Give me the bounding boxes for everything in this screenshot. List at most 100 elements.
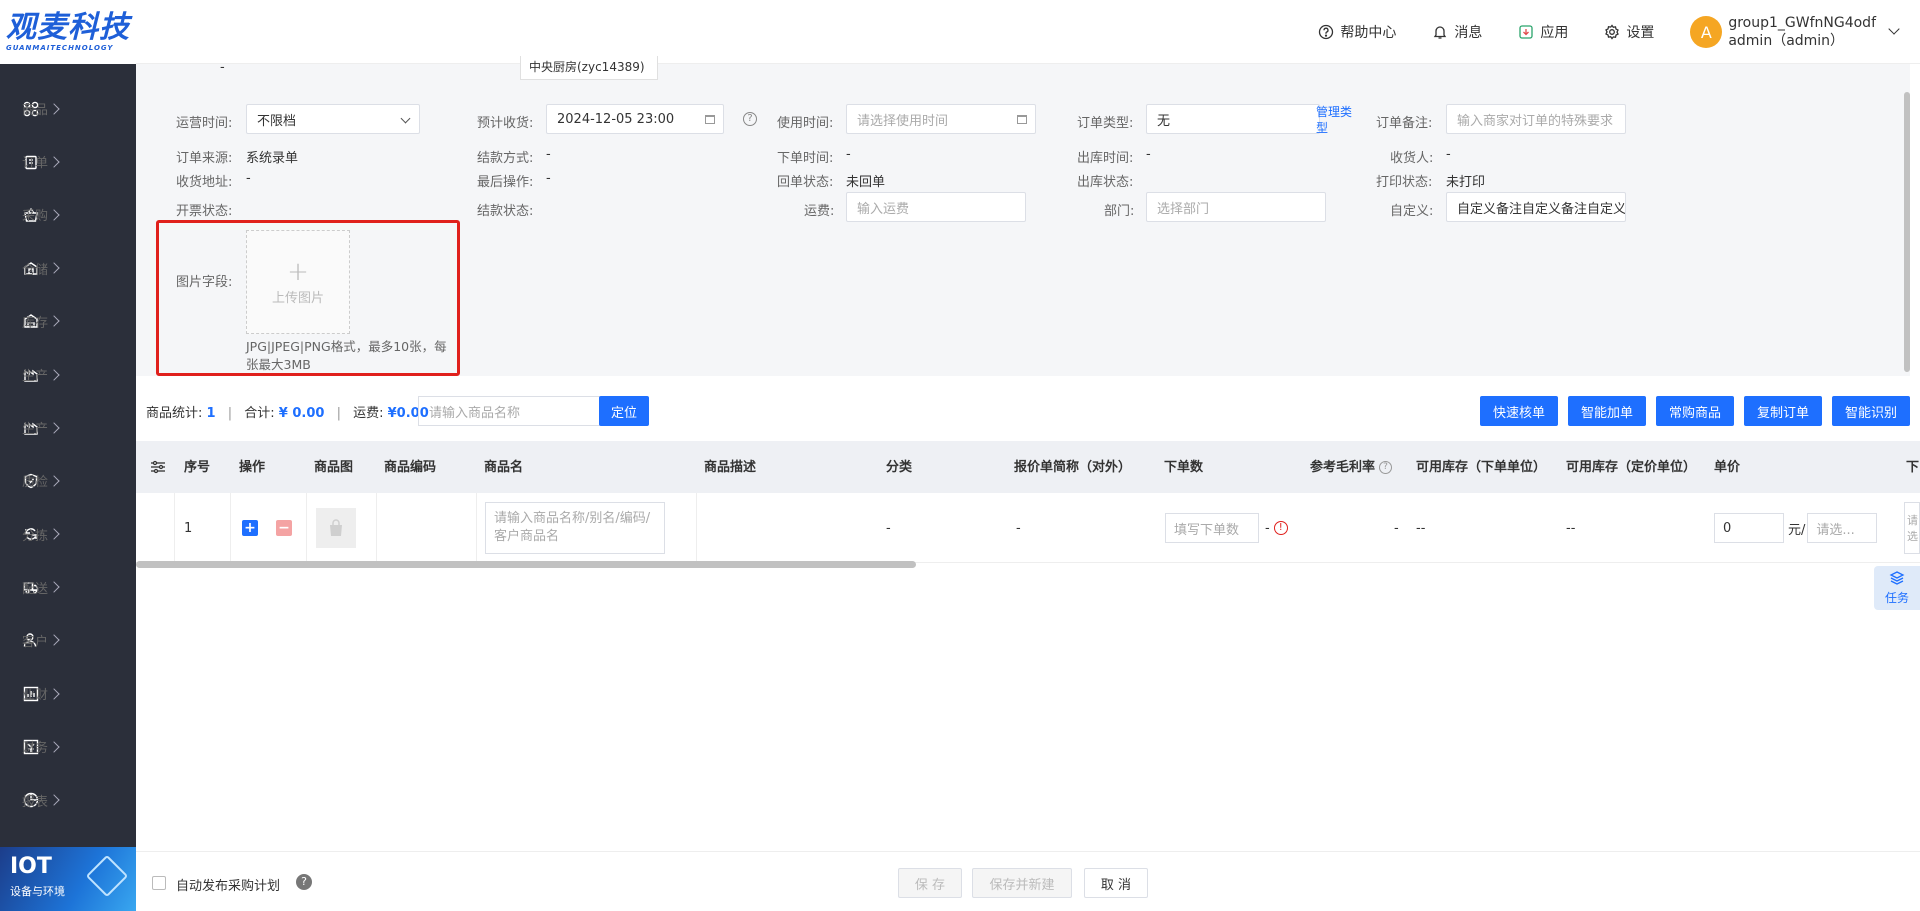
save-button[interactable]: 保 存 [898, 868, 962, 898]
warehouse-select[interactable]: 中央厨房(zyc14389) [520, 56, 658, 80]
expected-receipt-picker[interactable]: 2024-12-05 23:00 [546, 104, 724, 134]
row-quote: - [1016, 520, 1021, 536]
sidebar-item-delivery[interactable]: 配送 [0, 561, 136, 614]
user-name: group1_GWfnNG4odf [1728, 15, 1876, 31]
freight-input[interactable]: 输入运费 [846, 192, 1026, 222]
chevron-right-icon [48, 634, 60, 647]
order-note-input[interactable]: 输入商家对订单的特殊要求 [1446, 104, 1626, 134]
sidebar-item-purchase[interactable]: 采购 [0, 188, 136, 241]
order-type-select[interactable]: 无 [1146, 104, 1320, 134]
sidebar-item-reports[interactable]: 报表 [0, 773, 136, 826]
chevron-down-icon [400, 113, 411, 124]
locate-button[interactable]: 定位 [599, 396, 649, 426]
frequent-products-button[interactable]: 常购商品 [1656, 396, 1734, 426]
add-row-button[interactable]: + [242, 493, 258, 563]
settle-method-label: 结款方式: [477, 151, 534, 166]
next-placeholder: 请选 [1907, 514, 1918, 543]
next-input[interactable]: 请选 [1904, 502, 1920, 554]
manage-type-link[interactable]: 管理类型 [1316, 104, 1356, 136]
custom-label: 自定义: [1390, 204, 1434, 219]
product-freight-label: 运费: [353, 406, 384, 421]
column-settings-icon[interactable] [150, 441, 166, 493]
smart-recognize-button[interactable]: 智能识别 [1832, 396, 1910, 426]
auto-publish-checkbox[interactable] [152, 876, 166, 890]
sidebar-item-business-finance[interactable]: 业财 [0, 667, 136, 720]
use-time-picker[interactable]: 请选择使用时间 [846, 104, 1036, 134]
user-menu[interactable]: A group1_GWfnNG4odf admin（admin） [1690, 14, 1900, 50]
chevron-right-icon [48, 262, 60, 274]
sidebar-item-sorting[interactable]: 分拣 [0, 508, 136, 561]
avatar: A [1690, 16, 1723, 48]
sidebar-item-products[interactable]: 商品 [0, 82, 136, 135]
sidebar-item-warehouse[interactable]: 仓储 [0, 242, 136, 295]
print-status-value: 未打印 [1446, 175, 1486, 190]
product-table: 序号 操作 商品图 商品编码 商品名 商品描述 分类 报价单简称（对外） 下单数… [136, 441, 1920, 563]
apps-button[interactable]: 应用 [1518, 22, 1568, 42]
product-name-cell: 请输入商品名称/别名/编码/客户商品名 [485, 493, 665, 563]
order-source-value: 系统录单 [246, 151, 299, 166]
last-op-value: - [546, 171, 551, 186]
count-label: 商品统计: [146, 406, 203, 421]
sidebar: 观麦科技 GUANMAITECHNOLOGY 商品 订单 采购 仓储 库存 生产… [0, 0, 136, 911]
product-name-input[interactable]: 请输入商品名称/别名/编码/客户商品名 [485, 502, 665, 554]
col-stock-order: 可用库存（下单单位） [1416, 459, 1547, 475]
sidebar-item-customers[interactable]: 客户 [0, 614, 136, 667]
task-button[interactable]: 任务 [1874, 566, 1920, 610]
sidebar-item-label: 配送 [22, 581, 49, 597]
settle-status-label: 结款状态: [477, 204, 534, 219]
sidebar-item-label: 商品 [22, 103, 49, 119]
dept-select[interactable]: 选择部门 [1146, 192, 1326, 222]
divider [476, 493, 477, 563]
layers-icon [1889, 570, 1905, 589]
user-info: group1_GWfnNG4odf admin（admin） [1728, 14, 1876, 50]
col-stock-price: 可用库存（定价单位） [1566, 459, 1697, 475]
chevron-right-icon [48, 368, 60, 381]
smart-add-button[interactable]: 智能加单 [1568, 396, 1646, 426]
sidebar-item-finance[interactable]: 财务 [0, 720, 136, 773]
expected-receipt-value: 2024-12-05 23:00 [557, 111, 675, 127]
row-margin: - [1394, 520, 1399, 536]
custom-input[interactable]: 自定义备注自定义备注自定义 [1446, 192, 1626, 222]
divider [696, 493, 697, 563]
op-time-select[interactable]: 不限档 [246, 104, 420, 134]
settings-button[interactable]: 设置 [1604, 22, 1654, 42]
product-thumbnail [316, 493, 356, 563]
quick-check-button[interactable]: 快速核单 [1480, 396, 1558, 426]
help-center-button[interactable]: 帮助中心 [1318, 22, 1396, 42]
freight-label: 运费: [804, 204, 835, 219]
messages-button[interactable]: 消息 [1432, 22, 1482, 42]
logo-subtext: GUANMAITECHNOLOGY [6, 44, 114, 52]
copy-order-button[interactable]: 复制订单 [1744, 396, 1822, 426]
horizontal-scrollbar[interactable] [136, 561, 916, 568]
cancel-button[interactable]: 取 消 [1084, 868, 1148, 898]
qty-placeholder: 填写下单数 [1174, 522, 1240, 538]
qty-input[interactable]: 填写下单数 [1165, 513, 1259, 543]
top-header: 帮助中心 消息 应用 设置 A group1_GWfnNG4odf admin（… [136, 0, 1920, 64]
product-search-input[interactable]: 请输入商品名称 [418, 396, 600, 426]
question-circle-icon[interactable]: ? [1379, 460, 1393, 474]
sidebar-item-quality[interactable]: 质检 [0, 454, 136, 507]
unit-select[interactable]: 请选... [1807, 513, 1878, 543]
help-icon[interactable]: ? [296, 874, 312, 890]
vertical-scrollbar[interactable] [1904, 92, 1910, 372]
remove-row-button[interactable]: − [276, 493, 292, 563]
question-circle-icon[interactable]: ? [743, 112, 757, 126]
sidebar-item-label: 财务 [22, 741, 49, 757]
sidebar-item-label: 业财 [22, 688, 49, 704]
col-margin-label: 参考毛利率 [1310, 459, 1376, 475]
sidebar-item-orders[interactable]: 订单 [0, 135, 136, 188]
col-margin: 参考毛利率 ? [1310, 441, 1393, 493]
header-actions: 帮助中心 消息 应用 设置 A group1_GWfnNG4odf admin（… [1318, 0, 1920, 64]
qty-dash: - [1265, 520, 1270, 536]
sidebar-item-production-2[interactable]: 生产 [0, 401, 136, 454]
last-op-label: 最后操作: [477, 175, 534, 190]
sidebar-item-inventory[interactable]: 库存 [0, 295, 136, 348]
save-and-new-button[interactable]: 保存并新建 [972, 868, 1072, 898]
warning-icon[interactable]: ! [1273, 521, 1288, 535]
product-stats: 商品统计: 1 | 合计: ¥ 0.00 | 运费: ¥0.00 [146, 402, 429, 421]
partial-value: - [220, 60, 225, 75]
table-header: 序号 操作 商品图 商品编码 商品名 商品描述 分类 报价单简称（对外） 下单数… [136, 441, 1920, 493]
sidebar-item-production-1[interactable]: 生产 [0, 348, 136, 401]
iot-banner[interactable]: IOT 设备与环境 [0, 847, 136, 911]
price-input[interactable]: 0 [1714, 513, 1784, 543]
